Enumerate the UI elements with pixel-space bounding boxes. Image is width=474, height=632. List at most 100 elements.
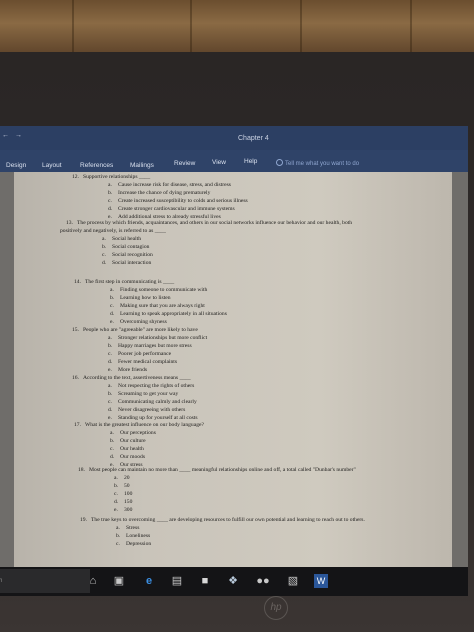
option-text: Depression: [126, 540, 152, 547]
option-text: Add additional stress to already stressf…: [118, 213, 221, 220]
option-letter: a.: [108, 181, 112, 188]
answer-option: b. Learning how to listen: [110, 295, 171, 303]
tell-me-search[interactable]: Tell me what you want to do: [276, 159, 359, 167]
option-text: Social interaction: [112, 259, 152, 266]
tab-references[interactable]: References: [80, 162, 113, 169]
option-letter: c.: [110, 302, 114, 309]
option-text: Poorer job performance: [118, 350, 172, 357]
question-text: People who are "agreeable" are more like…: [83, 327, 198, 333]
answer-option: c. Our health: [110, 446, 144, 454]
answer-option: a. Our perceptions: [110, 430, 156, 438]
word-icon[interactable]: W: [314, 574, 328, 588]
lightbulb-icon: [276, 159, 283, 166]
question-text: According to the text, assertiveness mea…: [83, 375, 191, 381]
option-letter: b.: [108, 342, 113, 349]
option-letter: d.: [108, 205, 113, 212]
option-letter: a.: [108, 382, 112, 389]
microphone-icon[interactable]: ⌂: [86, 574, 100, 588]
question-text: The true keys to overcoming ____ are dev…: [91, 517, 365, 523]
option-letter: b.: [114, 482, 119, 489]
document-workspace: 12. Supportive relationships ____ a. Cause …: [0, 172, 468, 567]
file-explorer-icon[interactable]: ▤: [170, 574, 184, 588]
option-text: Stress: [126, 524, 140, 531]
tab-help[interactable]: Help: [244, 158, 257, 165]
option-letter: c.: [108, 350, 112, 357]
answer-option: b. Increase the chance of dying premature…: [108, 190, 210, 198]
document-title: Chapter 4: [238, 135, 269, 142]
option-letter: a.: [108, 334, 112, 341]
quick-access-toolbar[interactable]: ← →: [2, 132, 24, 139]
option-text: Communicating calmly and clearly: [118, 398, 197, 405]
question-text: The process by which friends, acquaintan…: [77, 220, 353, 226]
option-letter: b.: [102, 243, 107, 250]
option-text: Our moods: [120, 453, 146, 460]
tab-mailings[interactable]: Mailings: [130, 162, 154, 169]
option-text: Standing up for yourself at all costs: [118, 414, 198, 421]
option-letter: e.: [114, 506, 118, 513]
document-page[interactable]: 12. Supportive relationships ____ a. Cause …: [14, 172, 452, 567]
answer-option: e. Overcoming shyness: [110, 319, 167, 327]
question-text: What is the greatest influence on our bo…: [85, 422, 204, 428]
photos-icon[interactable]: ▧: [286, 574, 300, 588]
option-text: More friends: [118, 366, 148, 373]
question-5: 16. According to the text, assertiveness …: [72, 375, 191, 383]
answer-option: a. Finding someone to communicate with: [110, 287, 207, 295]
option-text: 150: [124, 498, 133, 505]
answer-option: a. Not respecting the rights of others: [108, 383, 194, 391]
question-number: 13.: [66, 220, 73, 226]
answer-option: c. Making sure that you are always right: [110, 303, 205, 311]
option-letter: b.: [110, 294, 115, 301]
answer-option: b. Social contagion: [102, 244, 149, 252]
tab-layout[interactable]: Layout: [42, 162, 62, 169]
option-letter: d.: [114, 498, 119, 505]
tab-review[interactable]: Review: [174, 160, 195, 167]
option-text: Learning how to listen: [120, 294, 171, 301]
answer-option: b. Loneliness: [116, 533, 150, 541]
answer-option: e. 300: [114, 507, 132, 515]
option-text: Our health: [120, 445, 144, 452]
question-2: 13. The process by which friends, acquain…: [66, 220, 352, 228]
hp-logo: hp: [264, 596, 288, 620]
answer-option: d. Our moods: [110, 454, 145, 462]
option-letter: c.: [110, 445, 114, 452]
question-4: 15. People who are "agreeable" are more l…: [72, 327, 198, 335]
answer-option: c. Create increased susceptibility to col…: [108, 198, 248, 206]
option-letter: b.: [108, 390, 113, 397]
question-3: 14. The first step in communicating is __…: [74, 279, 174, 287]
answer-option: a. Cause increase risk for disease, stres…: [108, 182, 231, 190]
tab-design[interactable]: Design: [6, 162, 26, 169]
question-number: 16.: [72, 375, 79, 381]
option-letter: a.: [110, 429, 114, 436]
question-text-continued: positively and negatively, is referred t…: [60, 227, 166, 234]
option-letter: b.: [110, 437, 115, 444]
answer-option: d. Create stronger cardiovascular and imm…: [108, 206, 235, 214]
answer-option: a. Social health: [102, 236, 141, 244]
answer-option: b. Our culture: [110, 438, 146, 446]
option-text: Social health: [112, 235, 142, 242]
option-text: Create increased susceptibility to colds…: [118, 197, 248, 204]
store-icon[interactable]: ■: [198, 574, 212, 588]
question-7: 18. Most people can maintain no more than…: [78, 467, 356, 475]
flickr-icon[interactable]: ●●: [256, 574, 270, 588]
answer-option: d. 150: [114, 499, 132, 507]
option-letter: d.: [110, 310, 115, 317]
answer-option: a. Stress: [116, 525, 139, 533]
question-number: 18.: [78, 467, 85, 473]
task-view-icon[interactable]: ▣: [112, 574, 126, 588]
answer-option: d. Social interaction: [102, 260, 151, 268]
option-text: 100: [124, 490, 133, 497]
option-letter: d.: [110, 453, 115, 460]
option-letter: c.: [102, 251, 106, 258]
tab-view[interactable]: View: [212, 159, 226, 166]
answer-option: c. Communicating calmly and clearly: [108, 399, 197, 407]
answer-option: c. Poorer job performance: [108, 351, 171, 359]
answer-option: b. Happy marriages but more stress: [108, 343, 192, 351]
taskbar-search[interactable]: ch: [0, 569, 90, 593]
option-text: Stronger relationships but more conflict: [118, 334, 208, 341]
option-letter: d.: [108, 358, 113, 365]
edge-icon[interactable]: e: [142, 574, 156, 588]
answer-option: c. Social recognition: [102, 252, 153, 260]
option-text: Finding someone to communicate with: [120, 286, 208, 293]
dropbox-icon[interactable]: ❖: [226, 574, 240, 588]
option-text: Screaming to get your way: [118, 390, 179, 397]
